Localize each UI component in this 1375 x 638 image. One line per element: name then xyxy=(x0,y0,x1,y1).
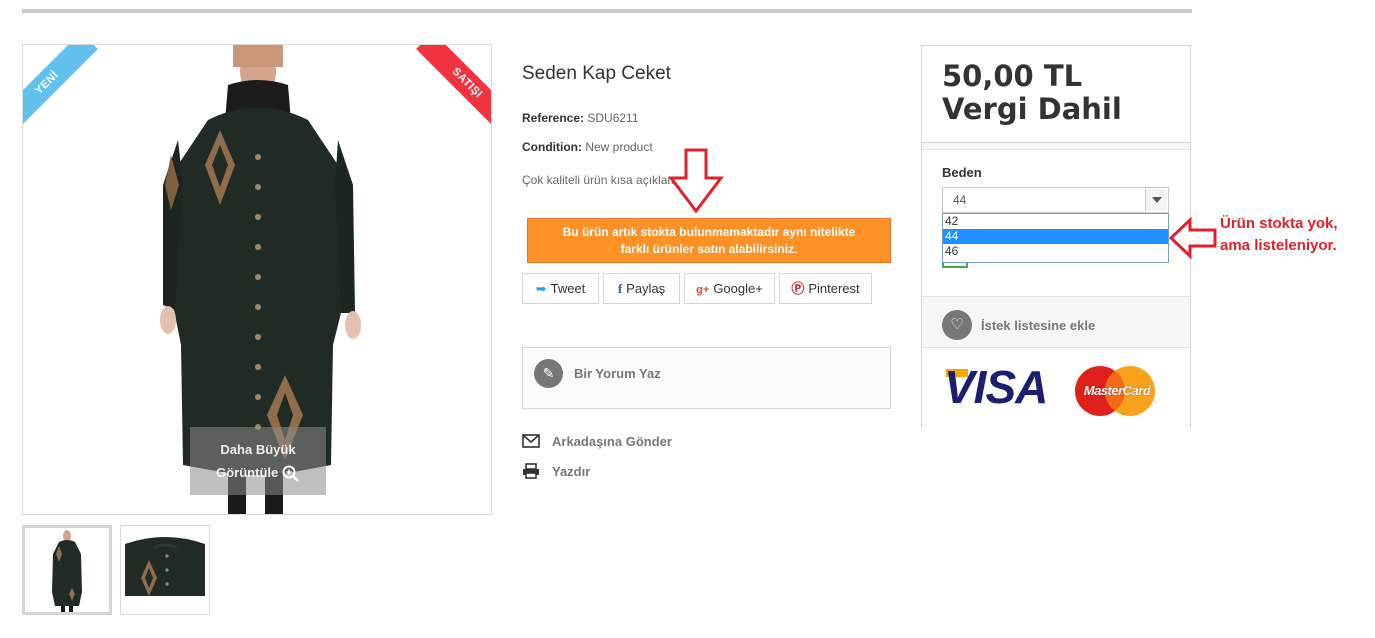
pinterest-icon: Ⓟ xyxy=(791,281,805,296)
send-to-friend-label: Arkadaşına Gönder xyxy=(552,434,672,449)
printer-icon xyxy=(523,463,539,479)
size-option-44[interactable]: 44 xyxy=(943,229,1168,244)
product-reference: Reference: SDU6211 xyxy=(522,111,639,125)
google-label: Google+ xyxy=(713,281,763,296)
print-label: Yazdır xyxy=(552,464,591,479)
view-larger-line2: Görüntüle xyxy=(216,465,279,480)
price-area: 50,00 TL Vergi Dahil xyxy=(922,46,1190,143)
annotation-line2: ama listeleniyor. xyxy=(1220,237,1337,254)
size-select-value: 44 xyxy=(953,193,967,207)
facebook-share-button[interactable]: f Paylaş xyxy=(603,273,680,304)
share-label: Paylaş xyxy=(626,281,666,296)
write-review-box[interactable]: ✎ Bir Yorum Yaz xyxy=(522,347,891,409)
size-select[interactable]: 44 xyxy=(942,187,1169,213)
annotation-note: Ürün stokta yok, ama listeleniyor. xyxy=(1220,213,1338,257)
view-larger-button[interactable]: Daha Büyük Görüntüle xyxy=(190,427,326,495)
size-option-46[interactable]: 46 xyxy=(943,244,1168,259)
tweet-label: Tweet xyxy=(550,281,586,296)
thumbnail-1[interactable] xyxy=(22,525,112,615)
pinterest-button[interactable]: Ⓟ Pinterest xyxy=(779,273,872,304)
chevron-down-icon[interactable] xyxy=(1145,189,1167,211)
annotation-down-arrow-icon xyxy=(668,148,724,214)
size-label: Beden xyxy=(942,165,982,180)
size-option-42[interactable]: 42 xyxy=(943,214,1168,229)
size-dropdown-list[interactable]: 42 44 46 xyxy=(942,213,1169,263)
pinterest-label: Pinterest xyxy=(808,281,860,296)
thumbnail-1-image xyxy=(25,528,109,612)
attributes-area: Beden 44 42 44 46 xyxy=(922,149,1190,297)
annotation-line1: Ürün stokta yok, xyxy=(1220,215,1338,232)
mastercard-label: MasterCard xyxy=(1083,383,1151,398)
color-swatch-edge xyxy=(942,263,968,268)
product-main-image[interactable]: YENİ SATIŞI Daha Büyük Görüntüle xyxy=(22,44,492,515)
facebook-icon: f xyxy=(617,281,623,296)
product-title: Seden Kap Ceket xyxy=(522,63,671,84)
write-review-label: Bir Yorum Yaz xyxy=(574,366,661,381)
envelope-icon xyxy=(522,434,540,448)
short-description: Çok kaliteli ürün kısa açıklama xyxy=(522,173,685,187)
thumbnail-2-image xyxy=(121,526,209,614)
top-divider xyxy=(22,9,1192,13)
heart-icon: ♡ xyxy=(942,310,972,340)
view-larger-line1: Daha Büyük xyxy=(220,442,296,457)
annotation-left-arrow-icon xyxy=(1168,217,1217,259)
badge-sale-label: SATIŞI xyxy=(416,45,491,131)
product-price: 50,00 TL Vergi Dahil xyxy=(942,59,1122,126)
pencil-icon: ✎ xyxy=(534,359,563,388)
condition-label: Condition: xyxy=(522,140,582,154)
google-plus-icon: g+ xyxy=(696,284,710,296)
badge-new: YENİ xyxy=(23,45,109,131)
zoom-icon xyxy=(282,465,299,482)
wishlist-label: İstek listesine ekle xyxy=(981,318,1096,333)
visa-logo: VISA xyxy=(944,361,1048,413)
warning-line1: Bu ürün artık stokta bulunmamaktadır ayn… xyxy=(562,225,856,239)
tweet-button[interactable]: ➥ Tweet xyxy=(522,273,599,304)
wishlist-row[interactable]: ♡ İstek listesine ekle xyxy=(922,300,1190,346)
twitter-icon: ➥ xyxy=(535,281,547,296)
condition-value: New product xyxy=(585,140,653,154)
product-condition: Condition: New product xyxy=(522,140,653,154)
out-of-stock-warning: Bu ürün artık stokta bulunmamaktadır ayn… xyxy=(527,218,891,263)
buy-box: 50,00 TL Vergi Dahil Beden 44 42 44 46 ♡… xyxy=(921,45,1191,427)
badge-sale: SATIŞI xyxy=(405,45,491,131)
payment-logos: VISA MasterCard xyxy=(922,347,1190,427)
google-plus-button[interactable]: g+ Google+ xyxy=(684,273,775,304)
thumbnail-2[interactable] xyxy=(120,525,210,615)
reference-value: SDU6211 xyxy=(587,111,639,125)
badge-new-label: YENİ xyxy=(23,45,98,131)
warning-line2: farklı ürünler satın alabilirsiniz. xyxy=(620,242,798,256)
reference-label: Reference: xyxy=(522,111,585,125)
